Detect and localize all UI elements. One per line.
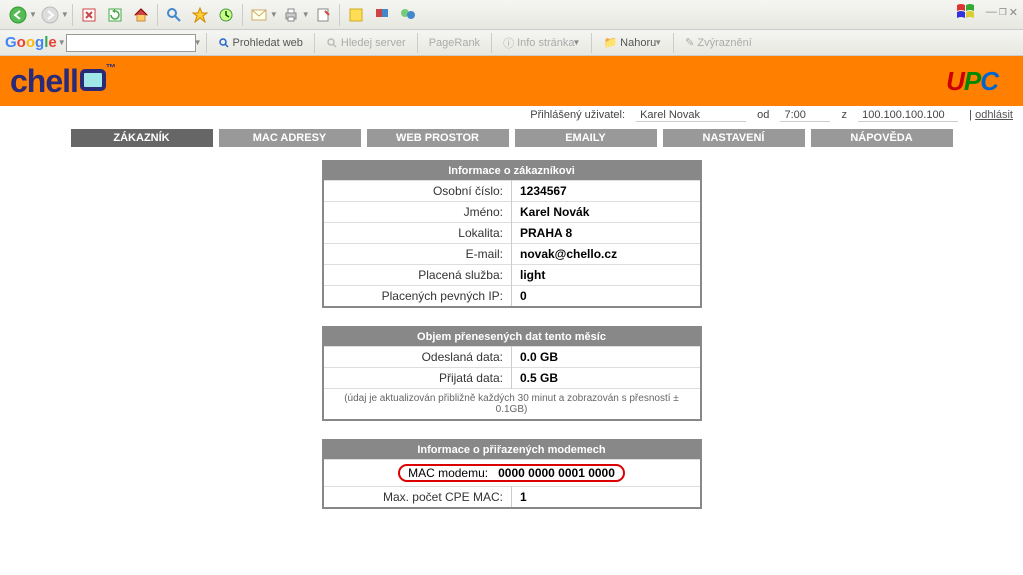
google-logo: Google xyxy=(5,34,57,51)
tab-emaily[interactable]: EMAILY xyxy=(515,129,657,147)
from-label: z xyxy=(842,109,848,121)
edit-button[interactable] xyxy=(311,3,335,27)
stop-button[interactable] xyxy=(77,3,101,27)
google-search-dropdown[interactable]: ▼ xyxy=(194,38,202,47)
minimize-button[interactable]: — xyxy=(986,6,997,18)
since-label: od xyxy=(757,109,769,121)
page-info-button[interactable]: ⓘInfo stránka▼ xyxy=(498,33,585,53)
history-button[interactable] xyxy=(214,3,238,27)
nav-tabs: ZÁKAZNÍK MAC ADRESY WEB PROSTOR EMAILY N… xyxy=(0,125,1023,155)
pagerank-button[interactable]: PageRank xyxy=(424,35,485,51)
print-button[interactable] xyxy=(279,3,303,27)
restore-button[interactable]: ❐ xyxy=(999,7,1007,18)
messenger-button[interactable] xyxy=(396,3,420,27)
back-dropdown[interactable]: ▼ xyxy=(29,10,37,19)
status-bar: Přihlášený uživatel: Karel Novak od 7:00… xyxy=(0,106,1023,125)
logged-user-value: Karel Novak xyxy=(636,109,746,122)
forward-button[interactable] xyxy=(38,3,62,27)
back-button[interactable] xyxy=(6,3,30,27)
content: Informace o zákazníkovi Osobní číslo:123… xyxy=(0,155,1023,509)
print-dropdown[interactable]: ▼ xyxy=(302,10,310,19)
note-button[interactable] xyxy=(344,3,368,27)
google-search-input[interactable] xyxy=(66,34,196,52)
mac-address-highlight: MAC modemu: 0000 0000 0001 0000 xyxy=(398,464,625,482)
ip-value: 100.100.100.100 xyxy=(858,109,958,122)
window-controls: — ❐ ✕ xyxy=(956,3,1018,21)
upc-logo: UPC xyxy=(946,66,998,97)
tab-web-prostor[interactable]: WEB PROSTOR xyxy=(367,129,509,147)
tab-zakaznik[interactable]: ZÁKAZNÍK xyxy=(71,129,213,147)
close-button[interactable]: ✕ xyxy=(1009,6,1018,19)
home-button[interactable] xyxy=(129,3,153,27)
mail-dropdown[interactable]: ▼ xyxy=(270,10,278,19)
refresh-button[interactable] xyxy=(103,3,127,27)
forward-dropdown[interactable]: ▼ xyxy=(61,10,69,19)
mac-address-value: 0000 0000 0001 0000 xyxy=(498,466,615,480)
logged-user-label: Přihlášený uživatel: xyxy=(530,109,625,121)
highlight-button[interactable]: ✎Zvýraznění xyxy=(680,34,757,51)
modem-info-panel: Informace o přiřazených modemech MAC mod… xyxy=(322,439,702,509)
research-button[interactable] xyxy=(370,3,394,27)
chello-logo: chell™ xyxy=(10,63,115,100)
windows-logo-icon xyxy=(956,3,976,21)
google-toolbar: Google ▼ ▼ Prohledat web Hledej server P… xyxy=(0,30,1023,56)
since-value: 7:00 xyxy=(780,109,830,122)
search-web-button[interactable]: Prohledat web xyxy=(213,35,308,51)
google-menu-dropdown[interactable]: ▼ xyxy=(58,38,66,47)
tab-nastaveni[interactable]: NASTAVENÍ xyxy=(663,129,805,147)
logout-link[interactable]: odhlásit xyxy=(975,109,1013,121)
data-usage-panel: Objem přenesených dat tento měsíc Odesla… xyxy=(322,326,702,421)
tab-napoveda[interactable]: NÁPOVĚDA xyxy=(811,129,953,147)
chello-header: chell™ UPC xyxy=(0,56,1023,106)
usage-note: (údaj je aktualizován přibližně každých … xyxy=(323,389,701,421)
customer-info-panel: Informace o zákazníkovi Osobní číslo:123… xyxy=(322,160,702,308)
mail-button[interactable] xyxy=(247,3,271,27)
ie-toolbar: ▼ ▼ ▼ ▼ — ❐ ✕ xyxy=(0,0,1023,30)
tab-mac-adresy[interactable]: MAC ADRESY xyxy=(219,129,361,147)
search-button[interactable] xyxy=(162,3,186,27)
search-server-button[interactable]: Hledej server xyxy=(321,35,411,51)
panel-title: Objem přenesených dat tento měsíc xyxy=(323,327,701,347)
up-button[interactable]: 📁Nahoru▼ xyxy=(598,34,667,51)
panel-title: Informace o přiřazených modemech xyxy=(323,440,701,460)
panel-title: Informace o zákazníkovi xyxy=(323,161,701,181)
favorites-button[interactable] xyxy=(188,3,212,27)
